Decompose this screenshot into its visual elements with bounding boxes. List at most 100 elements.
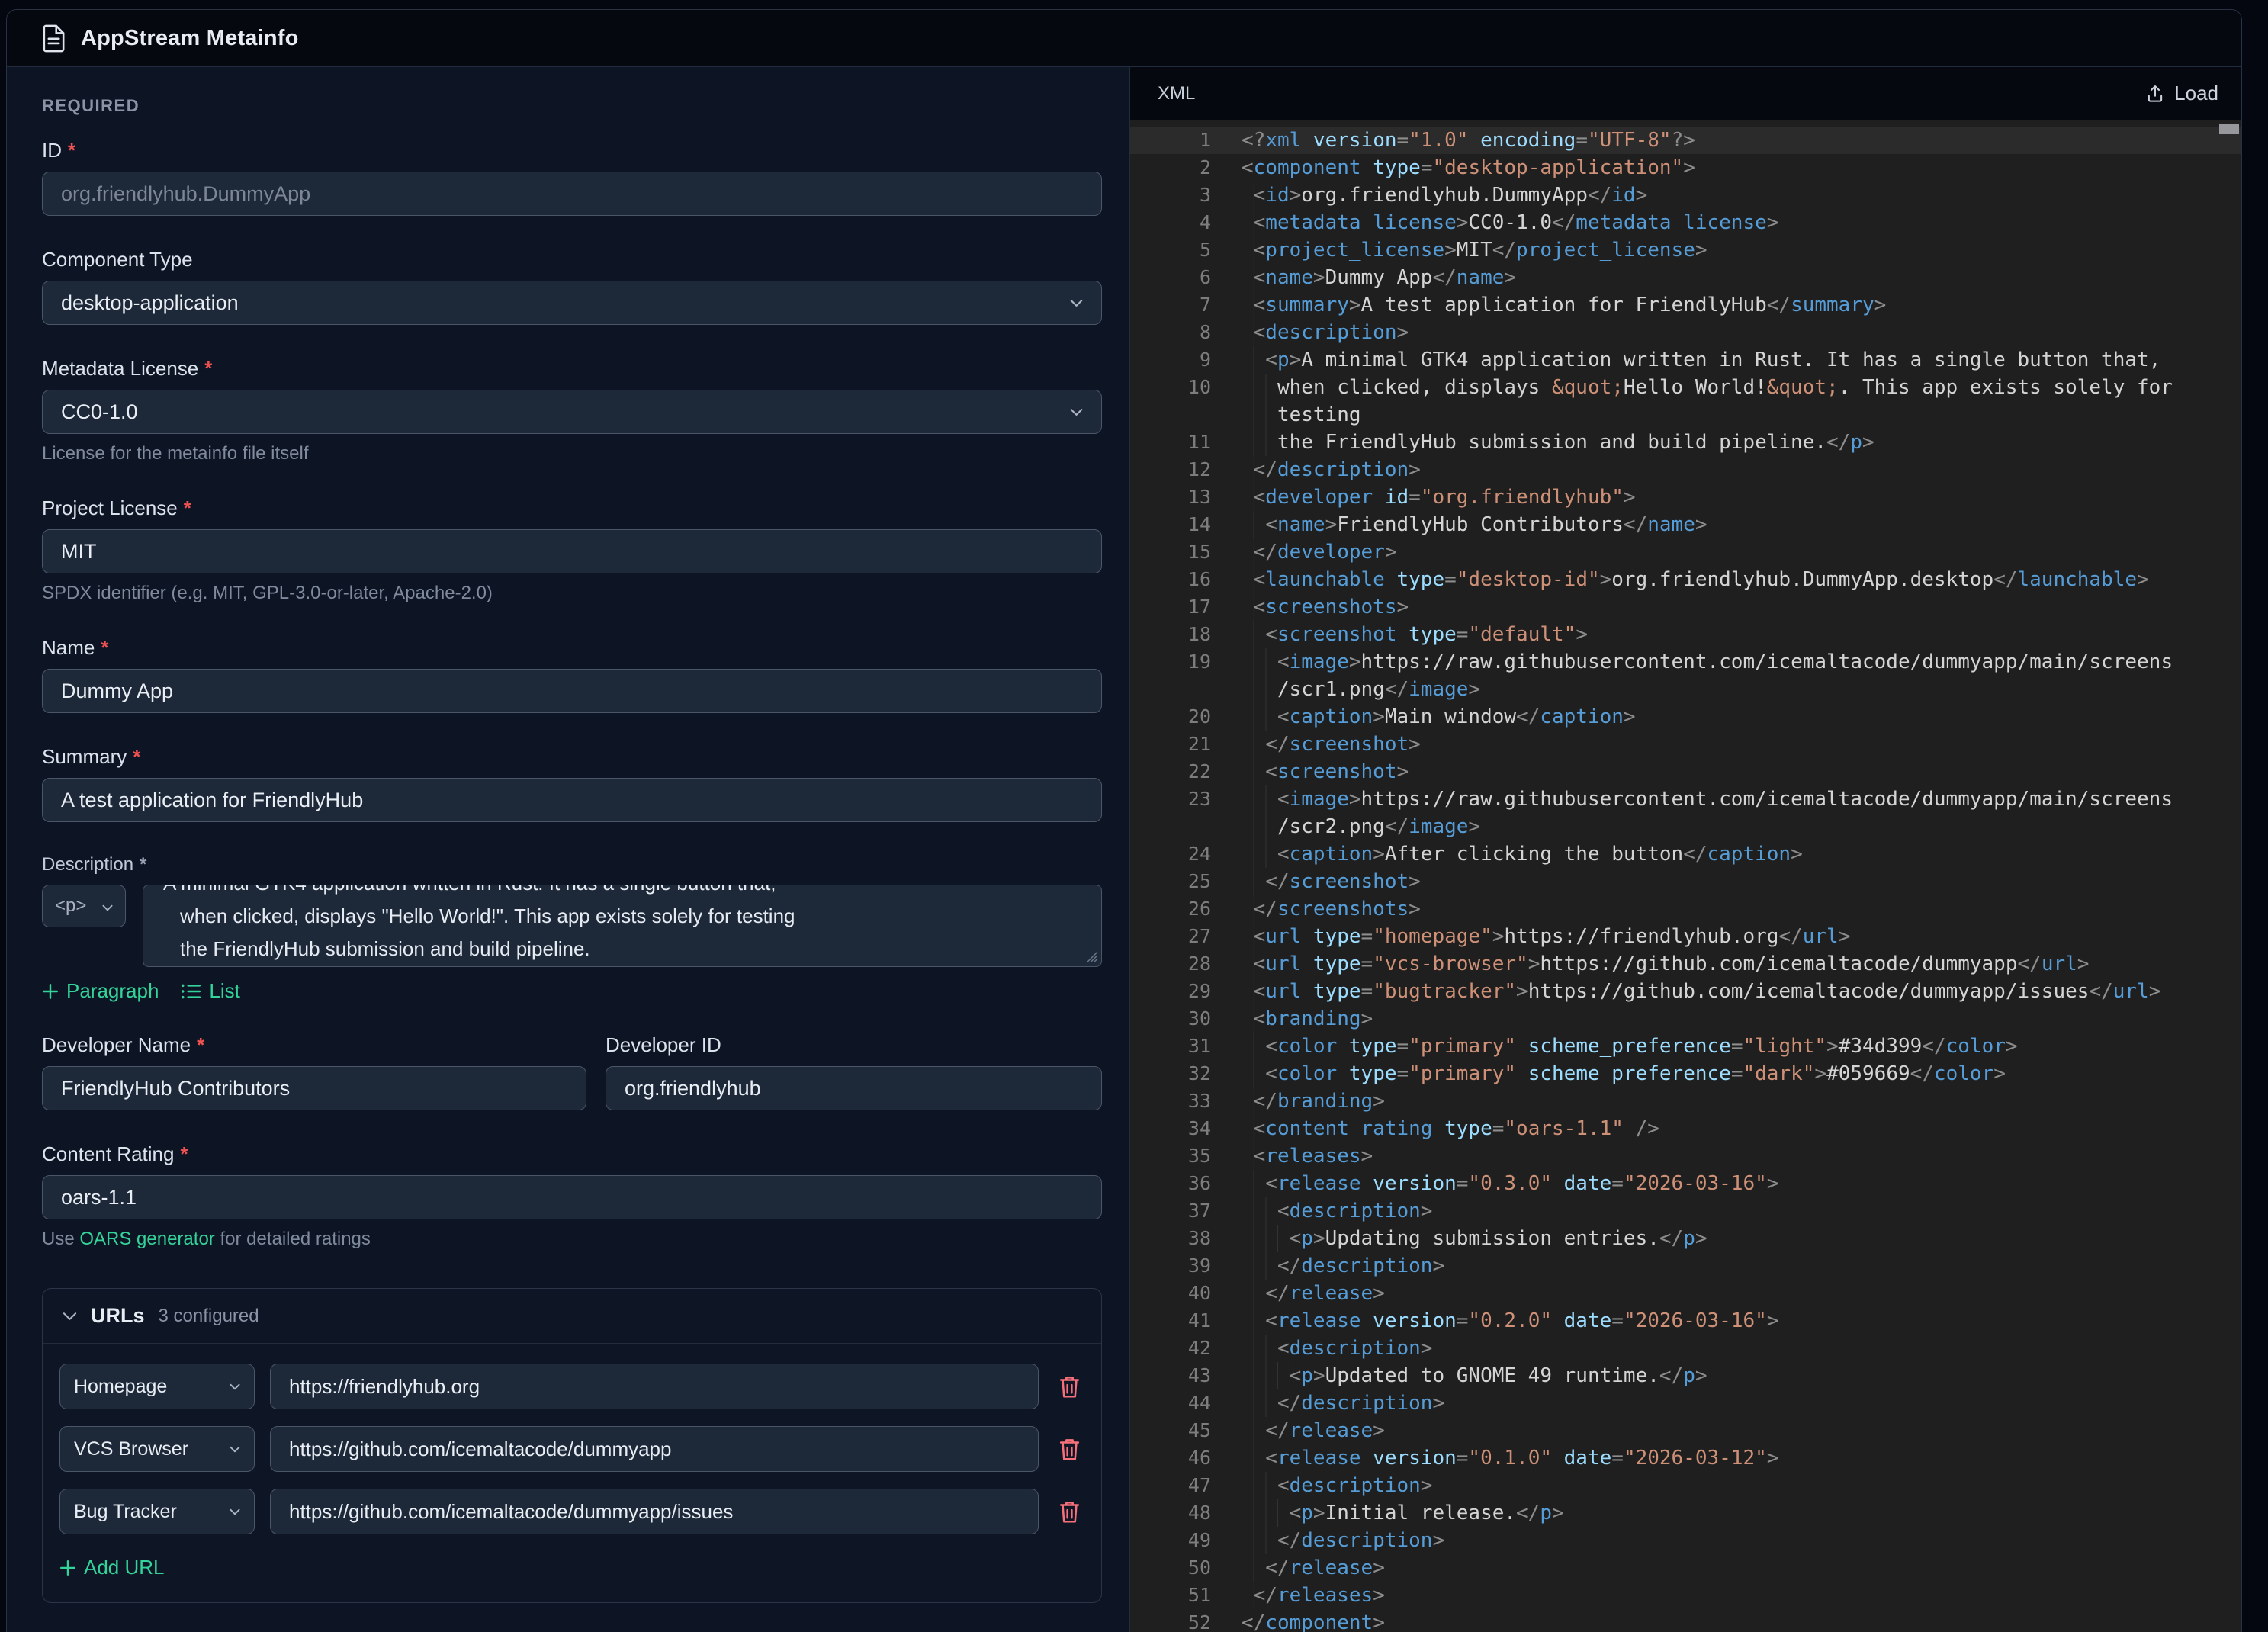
add-list-button[interactable]: List [182,979,239,1003]
metainfo-window: AppStream Metainfo REQUIRED ID* Componen… [6,9,2242,1632]
delete-url-button[interactable] [1054,1375,1084,1399]
line-number: 15 [1130,538,1211,566]
code-line: 24<caption>After clicking the button</ca… [1130,840,2241,868]
line-number: 17 [1130,593,1211,621]
code-line: 39</description> [1130,1252,2241,1280]
url-type-select[interactable]: VCS Browser [59,1426,255,1472]
code-text: when clicked, displays &quot;Hello World… [1242,374,2185,429]
developer-id-input[interactable] [606,1066,1102,1110]
code-text: </screenshot> [1242,731,2185,758]
line-number: 49 [1130,1527,1211,1554]
code-text: <component type="desktop-application"> [1242,154,2185,182]
field-content-rating: Content Rating* Use OARS generator for d… [42,1142,1102,1250]
code-text: <summary>A test application for Friendly… [1242,291,2185,319]
line-number: 42 [1130,1335,1211,1362]
document-icon [42,24,66,53]
line-number: 11 [1130,429,1211,456]
id-label: ID* [42,139,1102,162]
summary-input[interactable] [42,778,1102,822]
developer-row: Developer Name* Developer ID [42,1033,1102,1110]
vertical-scrollbar[interactable] [2219,124,2239,134]
code-line: 5<project_license>MIT</project_license> [1130,236,2241,264]
code-text: <screenshot> [1242,758,2185,785]
add-paragraph-button[interactable]: Paragraph [42,979,159,1003]
chevron-down-icon [63,1312,77,1321]
code-line: 8<description> [1130,319,2241,346]
code-text: </releases> [1242,1582,2185,1609]
upload-icon [2145,84,2165,104]
code-line: 22<screenshot> [1130,758,2241,785]
oars-generator-link[interactable]: OARS generator [79,1229,214,1249]
delete-url-button[interactable] [1054,1438,1084,1461]
code-text: <p>A minimal GTK4 application written in… [1242,346,2185,374]
code-text: <description> [1242,1472,2185,1499]
code-line: 36<release version="0.3.0" date="2026-03… [1130,1170,2241,1197]
field-component-type: Component Type desktop-application [42,248,1102,325]
line-number: 51 [1130,1582,1211,1609]
line-number: 3 [1130,182,1211,209]
developer-name-input[interactable] [42,1066,586,1110]
required-asterisk: * [184,496,191,519]
description-line: A minimal GTK4 application written in Ru… [163,885,1081,900]
project-license-input[interactable] [42,529,1102,573]
name-input[interactable] [42,669,1102,713]
code-line: 23<image>https://raw.githubusercontent.c… [1130,785,2241,840]
description-row: <p> A minimal GTK4 application written i… [42,885,1102,967]
url-input[interactable] [270,1426,1039,1472]
required-asterisk: * [197,1033,204,1056]
load-button[interactable]: Load [2145,82,2218,105]
metainfo-form: REQUIRED ID* Component Type desktop-appl… [7,67,1130,1632]
code-text: <release version="0.3.0" date="2026-03-1… [1242,1170,2185,1197]
component-type-select[interactable]: desktop-application [42,281,1102,325]
line-number: 52 [1130,1609,1211,1632]
content-rating-input[interactable] [42,1175,1102,1219]
line-number: 2 [1130,154,1211,182]
code-line: 3<id>org.friendlyhub.DummyApp</id> [1130,182,2241,209]
description-textarea[interactable]: A minimal GTK4 application written in Ru… [143,885,1102,967]
code-text: </description> [1242,456,2185,483]
urls-group-header[interactable]: URLs 3 configured [43,1289,1101,1344]
code-text: <branding> [1242,1005,2185,1033]
metadata-license-select[interactable]: CC0-1.0 [42,390,1102,434]
url-input[interactable] [270,1489,1039,1534]
description-line: the FriendlyHub submission and build pip… [163,933,1081,965]
line-number: 21 [1130,731,1211,758]
field-project-license: Project License* SPDX identifier (e.g. M… [42,496,1102,604]
url-input[interactable] [270,1364,1039,1409]
code-text: <description> [1242,319,2185,346]
delete-url-button[interactable] [1054,1500,1084,1524]
code-line: 11the FriendlyHub submission and build p… [1130,429,2241,456]
code-line: 20<caption>Main window</caption> [1130,703,2241,731]
code-text: <release version="0.2.0" date="2026-03-1… [1242,1307,2185,1335]
line-number: 47 [1130,1472,1211,1499]
url-type-select[interactable]: Homepage [59,1364,255,1409]
component-type-value: desktop-application [61,291,239,315]
line-number: 27 [1130,923,1211,950]
code-text: </description> [1242,1252,2185,1280]
code-text: <description> [1242,1335,2185,1362]
code-line: 49</description> [1130,1527,2241,1554]
code-text: </developer> [1242,538,2185,566]
add-url-button[interactable]: Add URL [59,1556,1084,1579]
project-license-label: Project License* [42,496,1102,520]
line-number: 30 [1130,1005,1211,1033]
code-text: <name>FriendlyHub Contributors</name> [1242,511,2185,538]
line-number: 37 [1130,1197,1211,1225]
summary-label: Summary* [42,745,1102,769]
code-text: <p>Initial release.</p> [1242,1499,2185,1527]
component-type-label: Component Type [42,248,1102,271]
code-text: <screenshots> [1242,593,2185,621]
required-asterisk: * [204,357,212,380]
url-type-select[interactable]: Bug Tracker [59,1489,255,1534]
line-number: 46 [1130,1444,1211,1472]
chevron-down-icon [1070,299,1083,307]
line-number: 9 [1130,346,1211,374]
id-input[interactable] [42,172,1102,216]
code-text: <p>Updated to GNOME 49 runtime.</p> [1242,1362,2185,1389]
paragraph-tag-select[interactable]: <p> [42,885,126,927]
code-line: 35<releases> [1130,1142,2241,1170]
code-text: <description> [1242,1197,2185,1225]
line-number: 35 [1130,1142,1211,1170]
code-line: 15 </developer> [1130,538,2241,566]
resize-handle-icon[interactable] [1084,949,1098,963]
